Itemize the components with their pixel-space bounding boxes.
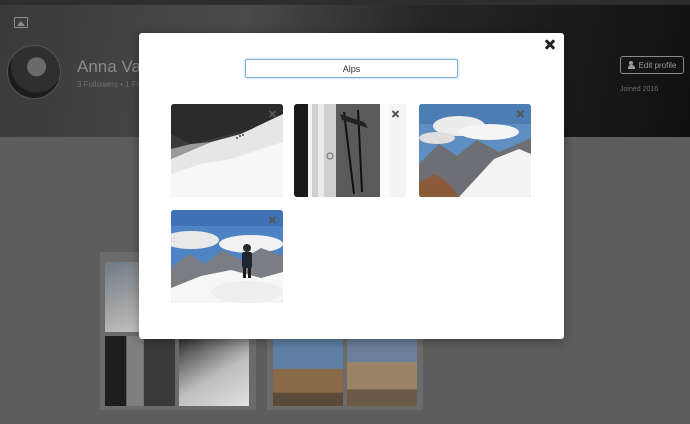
image-icon[interactable] [14,17,28,28]
photo-hiker-summit[interactable] [171,210,283,303]
joined-date: Joined 2016 [620,86,659,93]
remove-icon[interactable] [391,109,400,118]
photo-cloud-peaks-image [419,104,531,197]
avatar [7,45,61,99]
album-card[interactable] [267,330,423,410]
remove-icon[interactable] [516,109,525,118]
photo-snow-ridge[interactable] [171,104,283,197]
edit-profile-button[interactable]: Edit profile [620,56,684,74]
photo-snow-ridge-image [171,104,283,197]
search-input[interactable] [245,59,458,78]
profile-stats: 3 Followers • 1 Fo [77,80,142,89]
photo-ice-axes[interactable] [294,104,406,197]
user-icon [627,61,635,69]
album-thumb [179,336,249,406]
album-thumb [273,338,343,406]
album-thumb [347,338,417,406]
remove-icon[interactable] [268,215,277,224]
photo-ice-axes-image [294,104,406,197]
album-thumb [105,336,175,406]
close-icon[interactable] [542,36,558,52]
edit-profile-label: Edit profile [638,60,677,70]
photo-hiker-summit-image [171,210,283,303]
photo-cloud-peaks[interactable] [419,104,531,197]
remove-icon[interactable] [268,109,277,118]
photo-search-modal [139,33,564,339]
